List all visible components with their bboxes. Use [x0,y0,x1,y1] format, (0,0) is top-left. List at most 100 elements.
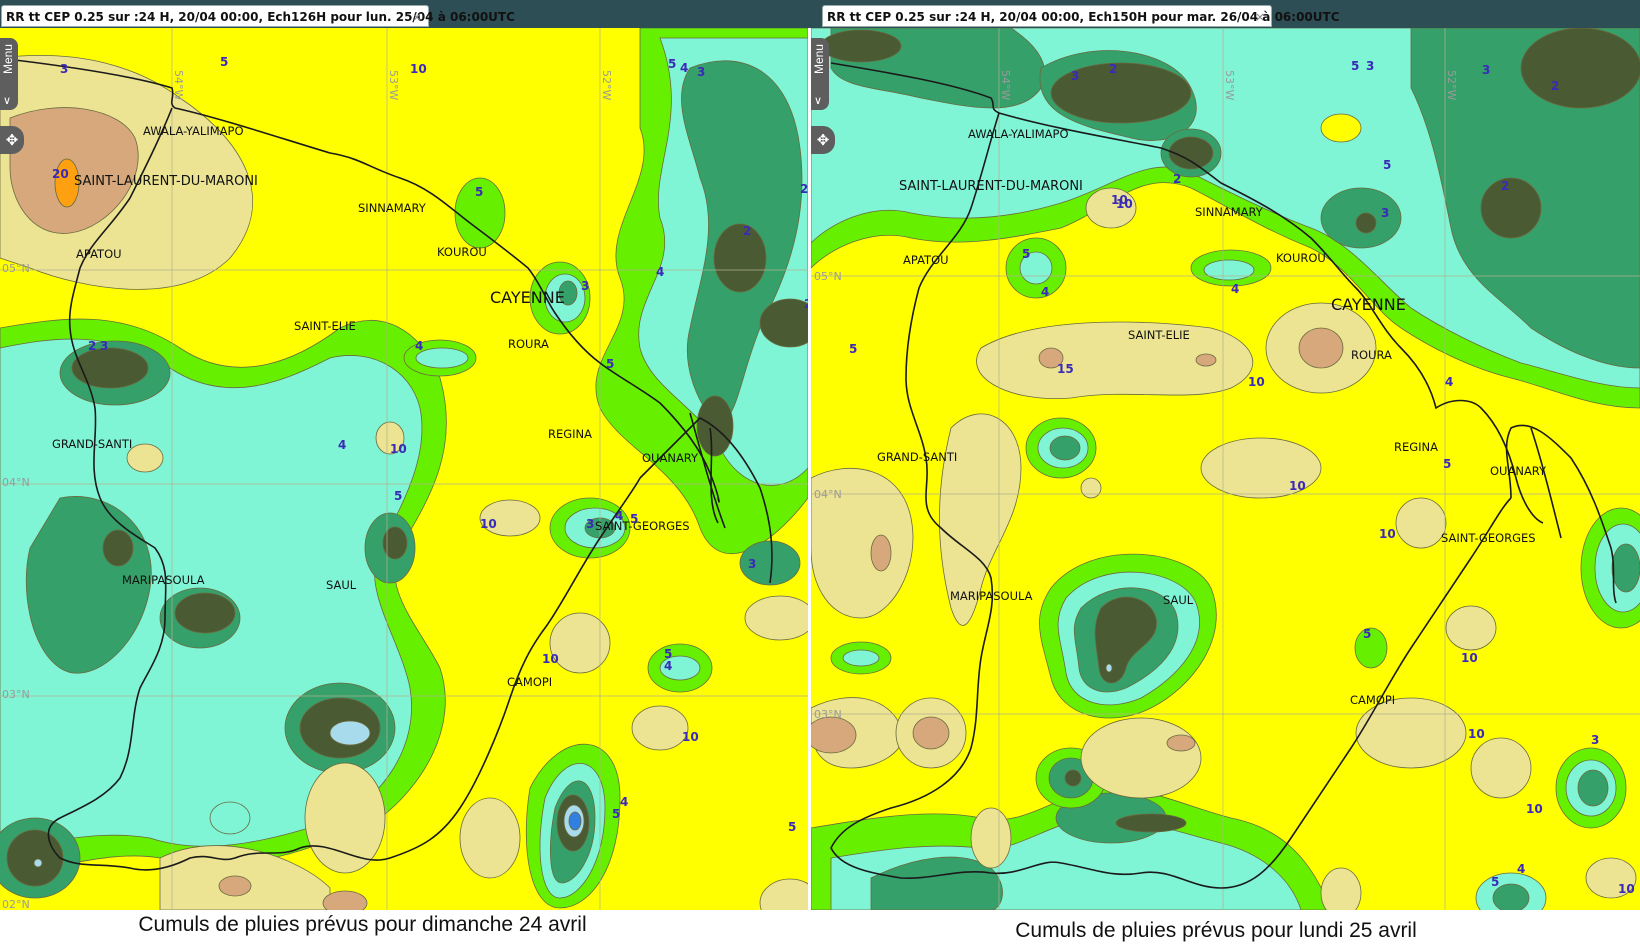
contour-label: 10 [1468,727,1485,741]
contour-label: 5 [1022,247,1030,261]
left-rainfall-map[interactable]: 54°W 53°W 52°W 05°N 04°N 03°N 02°N AWALA… [0,28,808,910]
contour-label: 5 [1383,158,1391,172]
contour-label: 3 [1482,63,1490,77]
town-label: AWALA-YALIMAPO [143,124,244,138]
contour-label: 2 [743,224,751,238]
town-label: REGINA [1394,440,1438,454]
axis-label: 03°N [2,688,30,701]
contour-label: 10 [1526,802,1543,816]
contour-label: 3 [100,339,108,353]
close-icon[interactable]: × [1255,6,1265,28]
town-label: SINNAMARY [1195,205,1264,219]
contour-label: 3 [748,557,756,571]
contour-label: 4 [338,438,346,452]
menu-button[interactable]: Menu ∨ [0,38,18,110]
town-label: ROURA [508,337,549,351]
axis-label: 04°N [2,476,30,489]
pan-icon[interactable]: ✥ [811,126,835,154]
town-label: SAUL [326,578,357,592]
town-label: MARIPASOULA [122,573,205,587]
contour-label: 5 [606,357,614,371]
town-label: CAMOPI [1350,693,1395,707]
contour-label: 4 [1445,375,1453,389]
town-label: CAMOPI [507,675,552,689]
town-label: CAYENNE [1331,295,1406,314]
town-label: ROURA [1351,348,1392,362]
town-label: MARIPASOULA [950,589,1033,603]
pan-icon[interactable]: ✥ [0,126,24,154]
contour-label: 4 [664,659,672,673]
contour-label: 5 [1363,627,1371,641]
menu-button[interactable]: Menu ∨ [811,38,829,110]
contour-label: 4 [680,61,688,75]
contour-label: 2 [1501,179,1509,193]
contour-label: 10 [1379,527,1396,541]
town-label: SAINT-GEORGES [1441,531,1536,545]
contour-label: 5 [1491,875,1499,889]
contour-label: 15 [1057,362,1074,376]
contour-label: 4 [620,795,628,809]
town-label: GRAND-SANTI [52,437,132,451]
contour-label: 5 [788,820,796,834]
contour-label: 2 [1173,172,1181,186]
tab-title: RR tt CEP 0.25 sur :24 H, 20/04 00:00, E… [6,10,515,24]
contour-label: 10 [682,730,699,744]
contour-label: 10 [1618,882,1635,896]
axis-label: 03°N [814,708,842,721]
right-map-panel[interactable]: 54°W 53°W 52°W 05°N 04°N 03°N AWALA-YALI… [811,28,1640,910]
left-caption: Cumuls de pluies prévus pour dimanche 24… [138,913,587,936]
axis-label: 04°N [814,488,842,501]
contour-label: 2 [804,297,808,311]
contour-label: 3 [697,65,705,79]
contour-label: 10 [542,652,559,666]
menu-label: Menu [812,44,826,75]
contour-label: 3 [60,62,68,76]
right-map-tab[interactable]: RR tt CEP 0.25 sur :24 H, 20/04 00:00, E… [822,5,1340,28]
contour-label: 5 [220,55,228,69]
town-label: REGINA [548,427,592,441]
contour-label: 5 [630,512,638,526]
contour-label: 3 [1366,59,1374,73]
close-icon[interactable]: × [412,6,422,28]
town-label: KOUROU [437,245,487,259]
town-label: SAUL [1163,593,1194,607]
town-label: OUANARY [1490,464,1547,478]
contour-label: 3 [586,517,594,531]
contour-label: 3 [1381,206,1389,220]
contour-label: 5 [849,342,857,356]
left-map-panel[interactable]: 54°W 53°W 52°W 05°N 04°N 03°N 02°N AWALA… [0,28,808,910]
contour-label: 2 [1551,79,1559,93]
town-label: SAINT-ELIE [1128,328,1190,342]
contour-label: 10 [1461,651,1478,665]
left-map-tab[interactable]: RR tt CEP 0.25 sur :24 H, 20/04 00:00, E… [1,5,515,28]
contour-label: 2 [88,339,96,353]
town-label: CAYENNE [490,288,565,307]
contour-label: 10 [1111,193,1128,207]
contour-label: 3 [581,279,589,293]
axis-label: 54°W [172,70,185,100]
town-label: APATOU [76,247,122,261]
chevron-down-icon: ∨ [814,95,823,107]
town-label: SAINT-LAURENT-DU-MARONI [899,179,1083,194]
axis-label: 05°N [2,262,30,275]
town-label: GRAND-SANTI [877,450,957,464]
chevron-down-icon: ∨ [3,95,12,107]
menu-label: Menu [1,44,15,75]
contour-label: 5 [1443,457,1451,471]
right-caption: Cumuls de pluies prévus pour lundi 25 av… [1015,919,1417,942]
contour-label: 2 [1109,62,1117,76]
contour-label: 10 [1248,375,1265,389]
axis-label: 52°W [1445,70,1458,100]
town-label: AWALA-YALIMAPO [968,127,1069,141]
town-label: SAINT-LAURENT-DU-MARONI [74,174,258,189]
contour-label: 5 [612,807,620,821]
contour-label: 10 [480,517,497,531]
town-label: APATOU [903,253,949,267]
contour-label: 4 [1231,282,1239,296]
axis-label: 53°W [1223,70,1236,100]
right-rainfall-map[interactable]: 54°W 53°W 52°W 05°N 04°N 03°N AWALA-YALI… [811,28,1640,910]
town-label: SAINT-GEORGES [595,519,690,533]
contour-label: 3 [1591,733,1599,747]
contour-label: 4 [1517,862,1525,876]
contour-label: 20 [52,167,69,181]
